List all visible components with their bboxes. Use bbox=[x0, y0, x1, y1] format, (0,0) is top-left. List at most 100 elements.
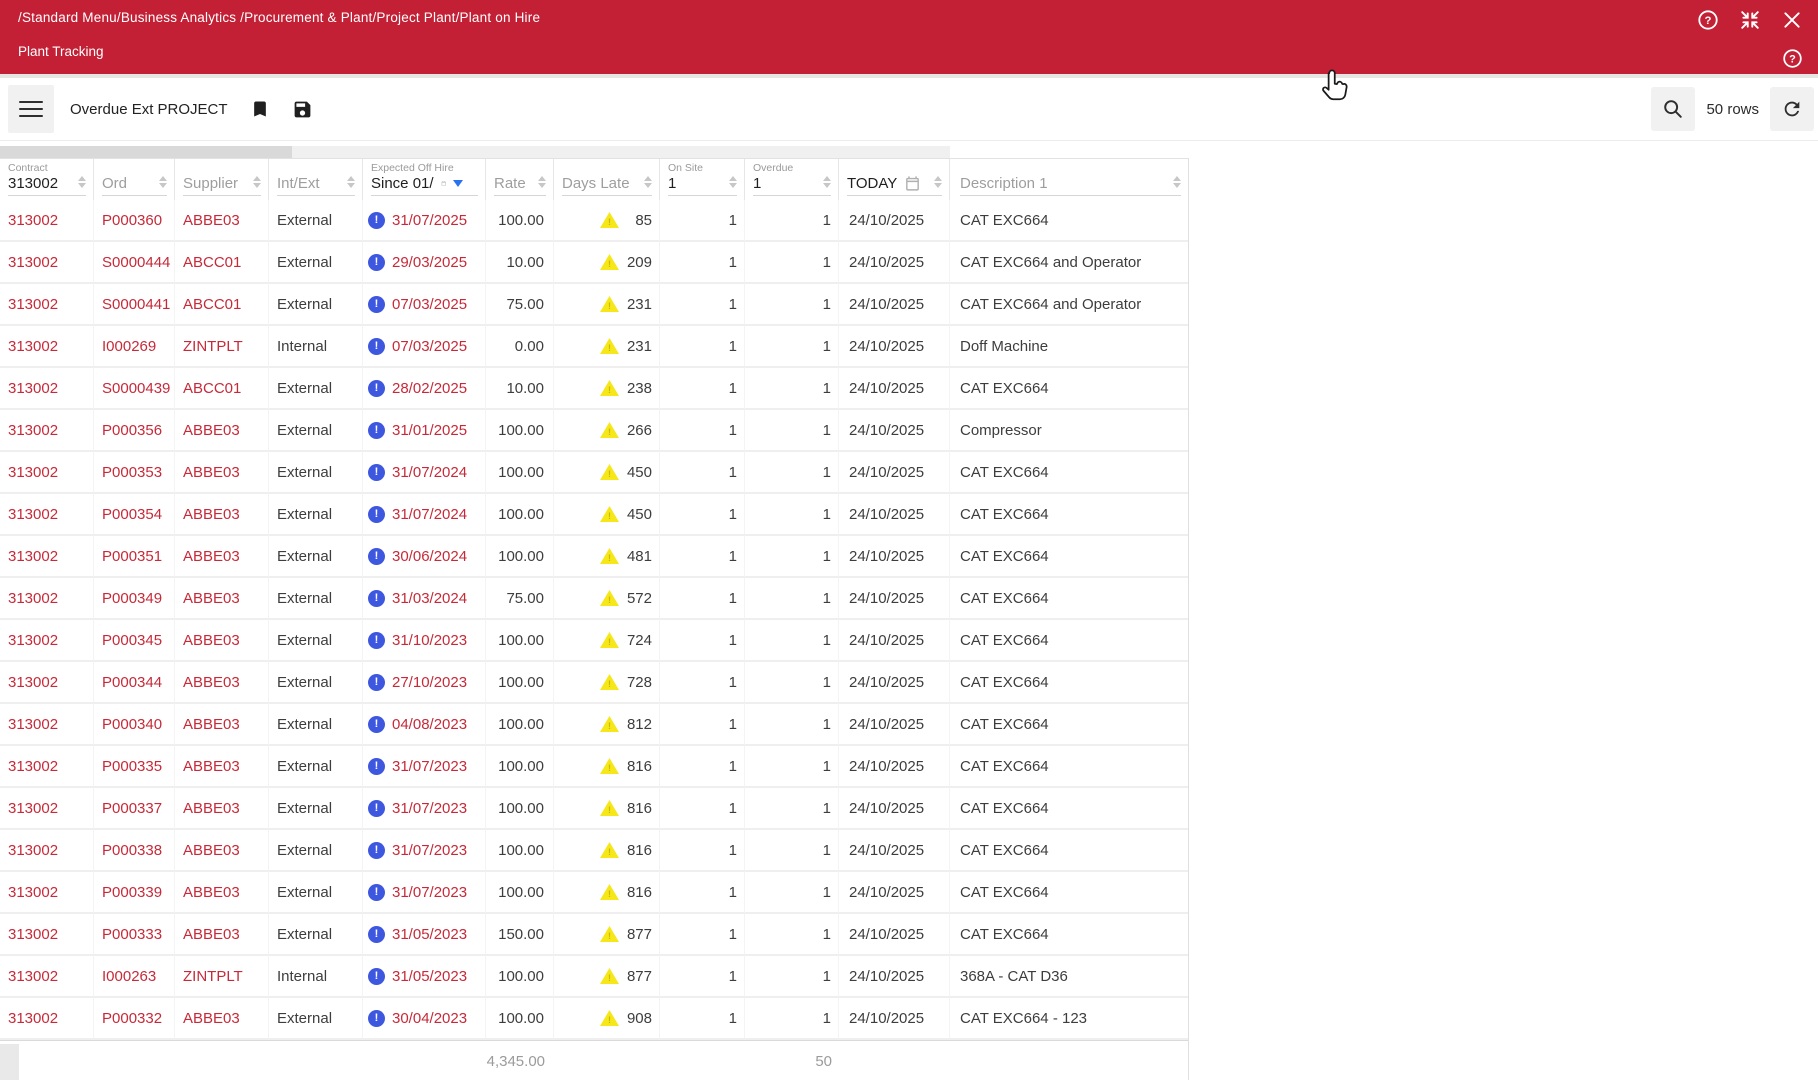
filter-cell-supplier[interactable]: Supplier bbox=[175, 159, 269, 200]
cell-supplier[interactable]: ABBE03 bbox=[175, 704, 269, 746]
table-row[interactable]: 313002 P000333 ABBE03 External ! 31/05/2… bbox=[0, 914, 1188, 956]
cell-ord[interactable]: P000333 bbox=[94, 914, 175, 956]
sort-icon[interactable] bbox=[78, 176, 87, 189]
filter-cell-description[interactable]: Description 1 bbox=[950, 159, 1188, 200]
scrollbar-thumb[interactable] bbox=[0, 146, 292, 158]
cell-supplier[interactable]: ABBE03 bbox=[175, 914, 269, 956]
cell-ord[interactable]: P000356 bbox=[94, 410, 175, 452]
table-row[interactable]: 313002 S0000439 ABCC01 External ! 28/02/… bbox=[0, 368, 1188, 410]
cell-contract[interactable]: 313002 bbox=[0, 200, 94, 242]
cell-contract[interactable]: 313002 bbox=[0, 872, 94, 914]
expected-off-hire-date[interactable]: 31/10/2023 bbox=[392, 632, 467, 649]
cell-supplier[interactable]: ABBE03 bbox=[175, 536, 269, 578]
cell-supplier[interactable]: ABBE03 bbox=[175, 830, 269, 872]
cell-contract[interactable]: 313002 bbox=[0, 998, 94, 1040]
sort-icon[interactable] bbox=[934, 176, 943, 189]
cell-ord[interactable]: S0000441 bbox=[94, 284, 175, 326]
filter-cell-overdue[interactable]: Overdue 1 bbox=[745, 159, 839, 200]
cell-ord[interactable]: P000360 bbox=[94, 200, 175, 242]
cell-supplier[interactable]: ABBE03 bbox=[175, 788, 269, 830]
cell-contract[interactable]: 313002 bbox=[0, 830, 94, 872]
calendar-icon[interactable] bbox=[441, 175, 446, 192]
cell-contract[interactable]: 313002 bbox=[0, 578, 94, 620]
cell-supplier[interactable]: ABBE03 bbox=[175, 620, 269, 662]
expected-off-hire-date[interactable]: 31/07/2023 bbox=[392, 800, 467, 817]
cell-contract[interactable]: 313002 bbox=[0, 620, 94, 662]
table-row[interactable]: 313002 P000335 ABBE03 External ! 31/07/2… bbox=[0, 746, 1188, 788]
cell-contract[interactable]: 313002 bbox=[0, 746, 94, 788]
expected-off-hire-date[interactable]: 27/10/2023 bbox=[392, 674, 467, 691]
cell-contract[interactable]: 313002 bbox=[0, 242, 94, 284]
table-row[interactable]: 313002 S0000444 ABCC01 External ! 29/03/… bbox=[0, 242, 1188, 284]
supplier-filter-input[interactable]: Supplier bbox=[183, 175, 246, 192]
filter-cell-ord[interactable]: Ord bbox=[94, 159, 175, 200]
cell-ord[interactable]: P000351 bbox=[94, 536, 175, 578]
filter-cell-today[interactable]: TODAY bbox=[839, 159, 950, 200]
expected-off-hire-date[interactable]: 31/07/2024 bbox=[392, 506, 467, 523]
cell-supplier[interactable]: ABCC01 bbox=[175, 368, 269, 410]
ord-filter-input[interactable]: Ord bbox=[102, 175, 152, 192]
menu-button[interactable] bbox=[8, 85, 54, 133]
cell-ord[interactable]: S0000439 bbox=[94, 368, 175, 410]
cell-supplier[interactable]: ABBE03 bbox=[175, 452, 269, 494]
table-row[interactable]: 313002 P000338 ABBE03 External ! 31/07/2… bbox=[0, 830, 1188, 872]
cell-contract[interactable]: 313002 bbox=[0, 704, 94, 746]
int-ext-filter-input[interactable]: Int/Ext bbox=[277, 175, 340, 192]
overdue-filter-input[interactable]: 1 bbox=[753, 175, 816, 192]
table-row[interactable]: 313002 I000269 ZINTPLT Internal ! 07/03/… bbox=[0, 326, 1188, 368]
expected-off-hire-date[interactable]: 31/07/2023 bbox=[392, 842, 467, 859]
table-row[interactable]: 313002 P000345 ABBE03 External ! 31/10/2… bbox=[0, 620, 1188, 662]
expected-off-hire-date[interactable]: 07/03/2025 bbox=[392, 338, 467, 355]
cell-ord[interactable]: P000349 bbox=[94, 578, 175, 620]
expected-off-hire-date[interactable]: 29/03/2025 bbox=[392, 254, 467, 271]
days-late-filter-input[interactable]: Days Late bbox=[562, 175, 637, 192]
table-row[interactable]: 313002 I000263 ZINTPLT Internal ! 31/05/… bbox=[0, 956, 1188, 998]
description-filter-input[interactable]: Description 1 bbox=[960, 175, 1166, 192]
sort-icon[interactable] bbox=[253, 176, 262, 189]
cell-ord[interactable]: P000338 bbox=[94, 830, 175, 872]
sort-icon[interactable] bbox=[1173, 176, 1182, 189]
sort-icon[interactable] bbox=[538, 176, 547, 189]
help-button-secondary[interactable]: ? bbox=[1780, 46, 1804, 70]
table-row[interactable]: 313002 P000351 ABBE03 External ! 30/06/2… bbox=[0, 536, 1188, 578]
expected-off-hire-date[interactable]: 30/04/2023 bbox=[392, 1010, 467, 1027]
filter-cell-on-site[interactable]: On Site 1 bbox=[660, 159, 745, 200]
cell-contract[interactable]: 313002 bbox=[0, 788, 94, 830]
table-row[interactable]: 313002 P000356 ABBE03 External ! 31/01/2… bbox=[0, 410, 1188, 452]
cell-supplier[interactable]: ABBE03 bbox=[175, 998, 269, 1040]
cell-ord[interactable]: P000353 bbox=[94, 452, 175, 494]
expected-off-hire-date[interactable]: 31/07/2024 bbox=[392, 464, 467, 481]
cell-contract[interactable]: 313002 bbox=[0, 284, 94, 326]
expected-off-hire-date[interactable]: 04/08/2023 bbox=[392, 716, 467, 733]
close-button[interactable] bbox=[1780, 8, 1804, 32]
cell-supplier[interactable]: ABBE03 bbox=[175, 746, 269, 788]
cell-contract[interactable]: 313002 bbox=[0, 368, 94, 410]
cell-ord[interactable]: P000344 bbox=[94, 662, 175, 704]
cell-supplier[interactable]: ABBE03 bbox=[175, 578, 269, 620]
expected-off-hire-date[interactable]: 07/03/2025 bbox=[392, 296, 467, 313]
sort-icon[interactable] bbox=[823, 176, 832, 189]
cell-supplier[interactable]: ABCC01 bbox=[175, 284, 269, 326]
cell-contract[interactable]: 313002 bbox=[0, 452, 94, 494]
horizontal-scrollbar[interactable] bbox=[0, 146, 950, 158]
sort-icon[interactable] bbox=[347, 176, 356, 189]
table-row[interactable]: 313002 P000344 ABBE03 External ! 27/10/2… bbox=[0, 662, 1188, 704]
filter-cell-days-late[interactable]: Days Late bbox=[554, 159, 660, 200]
cell-supplier[interactable]: ZINTPLT bbox=[175, 326, 269, 368]
cell-supplier[interactable]: ABBE03 bbox=[175, 872, 269, 914]
calendar-icon[interactable] bbox=[904, 175, 921, 192]
compress-button[interactable] bbox=[1738, 8, 1762, 32]
cell-contract[interactable]: 313002 bbox=[0, 536, 94, 578]
expected-off-hire-date[interactable]: 31/05/2023 bbox=[392, 968, 467, 985]
bookmark-button[interactable] bbox=[250, 99, 270, 119]
cell-ord[interactable]: I000269 bbox=[94, 326, 175, 368]
cell-supplier[interactable]: ABCC01 bbox=[175, 242, 269, 284]
on-site-filter-input[interactable]: 1 bbox=[668, 175, 722, 192]
cell-contract[interactable]: 313002 bbox=[0, 662, 94, 704]
cell-supplier[interactable]: ZINTPLT bbox=[175, 956, 269, 998]
sort-icon[interactable] bbox=[729, 176, 738, 189]
cell-contract[interactable]: 313002 bbox=[0, 914, 94, 956]
cell-ord[interactable]: P000340 bbox=[94, 704, 175, 746]
table-row[interactable]: 313002 S0000441 ABCC01 External ! 07/03/… bbox=[0, 284, 1188, 326]
table-row[interactable]: 313002 P000353 ABBE03 External ! 31/07/2… bbox=[0, 452, 1188, 494]
